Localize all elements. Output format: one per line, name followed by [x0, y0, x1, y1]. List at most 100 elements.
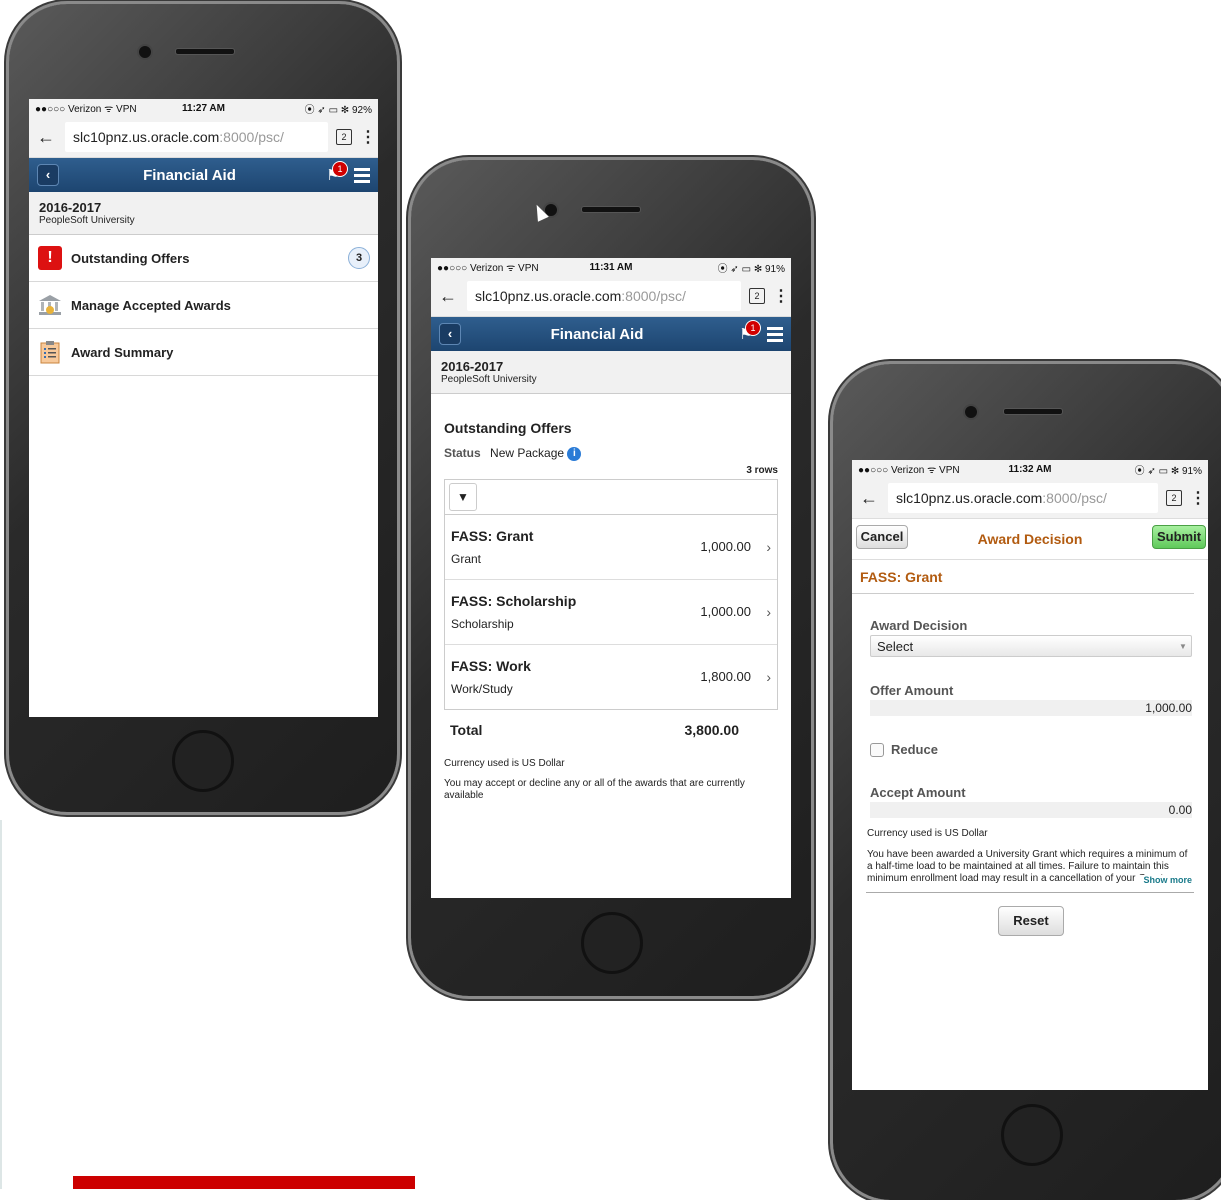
- menu-item-manage-accepted-awards[interactable]: Manage Accepted Awards: [29, 282, 378, 329]
- award-name: FASS: Scholarship: [451, 592, 577, 609]
- reduce-row: Reduce: [870, 742, 1192, 757]
- status-bar: ●●○○○ Verizon ᯤ VPN 11:27 AM ⦿ ➶ ▭ ✻ 92%: [29, 99, 378, 117]
- notification-badge: 1: [745, 320, 761, 336]
- award-amount: 1,000.00: [700, 604, 751, 620]
- award-decision-select[interactable]: Select ▼: [870, 635, 1192, 657]
- total-label: Total: [450, 721, 483, 738]
- back-button[interactable]: ‹: [439, 323, 461, 345]
- back-arrow-icon[interactable]: ←: [437, 286, 459, 307]
- reset-button[interactable]: Reset: [998, 906, 1064, 936]
- notifications-flag-icon[interactable]: ⚑ 1: [733, 320, 761, 343]
- award-name: FASS: Grant: [451, 527, 534, 544]
- page-title: Financial Aid: [550, 325, 644, 343]
- accept-amount-field[interactable]: 0.00: [870, 802, 1192, 818]
- browser-url-bar: ← slc10pnz.us.oracle.com:8000/psc/ 2 ⋮: [29, 117, 378, 158]
- url-host: slc10pnz.us.oracle.com: [896, 490, 1043, 506]
- institution-name: PeopleSoft University: [441, 374, 537, 385]
- time-text: 11:31 AM: [589, 261, 633, 273]
- notifications-flag-icon[interactable]: ⚑ 1: [320, 161, 348, 184]
- time-text: 11:32 AM: [1008, 463, 1052, 475]
- chevron-down-icon: ▼: [1179, 641, 1187, 651]
- front-camera: [963, 404, 979, 420]
- screen-3: ●●○○○ Verizon ᯤ VPN 11:32 AM ⦿ ➶ ▭ ✻ 91%…: [852, 460, 1208, 1090]
- time-text: 11:27 AM: [182, 102, 225, 114]
- tabs-count-icon[interactable]: 2: [1166, 490, 1182, 506]
- aid-year: 2016-2017: [441, 359, 504, 374]
- tabs-count-icon[interactable]: 2: [336, 129, 352, 145]
- url-path: :8000/psc/: [1042, 490, 1107, 506]
- total-value: 3,800.00: [684, 721, 740, 738]
- home-button[interactable]: [1001, 1104, 1063, 1166]
- battery-text: ⦿ ➶ ▭ ✻ 92%: [304, 104, 372, 116]
- award-type: Grant: [451, 551, 482, 566]
- hamburger-menu-icon[interactable]: [354, 165, 370, 186]
- row-text: FASS: Grant Grant: [451, 528, 681, 566]
- award-type: Work/Study: [451, 681, 513, 696]
- speaker: [581, 206, 641, 213]
- filter-icon[interactable]: ▼: [449, 482, 477, 511]
- hamburger-menu-icon[interactable]: [767, 324, 783, 345]
- home-button[interactable]: [172, 730, 234, 792]
- status-bar: ●●○○○ Verizon ᯤ VPN 11:31 AM ⦿ ➶ ▭ ✻ 91%: [431, 258, 791, 276]
- front-camera: [137, 44, 153, 60]
- battery-text: ⦿ ➶ ▭ ✻ 91%: [1134, 465, 1203, 477]
- bank-icon: [37, 292, 63, 318]
- back-arrow-icon[interactable]: ←: [35, 127, 57, 148]
- award-amount: 1,000.00: [700, 539, 751, 555]
- table-row[interactable]: FASS: Grant Grant 1,000.00 ›: [445, 515, 777, 580]
- url-field[interactable]: slc10pnz.us.oracle.com:8000/psc/: [888, 483, 1158, 513]
- menu-item-award-summary[interactable]: Award Summary: [29, 329, 378, 376]
- offers-section: Outstanding Offers Status New Package i …: [431, 394, 791, 802]
- url-field[interactable]: slc10pnz.us.oracle.com:8000/psc/: [65, 122, 328, 152]
- speaker: [175, 48, 235, 55]
- back-button[interactable]: ‹: [37, 164, 59, 186]
- chevron-right-icon: ›: [766, 603, 771, 620]
- url-path: :8000/psc/: [621, 288, 686, 304]
- table-row[interactable]: FASS: Scholarship Scholarship 1,000.00 ›: [445, 580, 777, 645]
- row-text: FASS: Scholarship Scholarship: [451, 593, 681, 631]
- message-block: You have been awarded a University Grant…: [852, 839, 1208, 885]
- carrier-text: ●●○○○ Verizon ᯤ VPN: [35, 104, 137, 115]
- clipboard-list-icon: [37, 339, 63, 365]
- offer-amount-value: 1,000.00: [1145, 701, 1192, 715]
- offers-grid: ▼ FASS: Grant Grant 1,000.00 › FASS: Sch…: [444, 478, 778, 710]
- submit-button[interactable]: Submit: [1152, 525, 1206, 549]
- currency-note: Currency used is US Dollar: [444, 757, 565, 769]
- status-value: New Package: [490, 446, 565, 460]
- browser-url-bar: ← slc10pnz.us.oracle.com:8000/psc/ 2 ⋮: [431, 276, 791, 317]
- tabs-count-icon[interactable]: 2: [749, 288, 765, 304]
- back-arrow-icon[interactable]: ←: [858, 488, 880, 509]
- award-amount: 1,800.00: [700, 669, 751, 685]
- battery-text: ⦿ ➶ ▭ ✻ 91%: [717, 263, 785, 275]
- institution-name: PeopleSoft University: [39, 215, 135, 226]
- menu-item-outstanding-offers[interactable]: ! Outstanding Offers 3: [29, 235, 378, 282]
- accept-note: You may accept or decline any or all of …: [444, 777, 745, 801]
- page-title: Financial Aid: [143, 166, 236, 184]
- info-icon[interactable]: i: [567, 446, 582, 461]
- screen-1: ●●○○○ Verizon ᯤ VPN 11:27 AM ⦿ ➶ ▭ ✻ 92%…: [29, 99, 378, 717]
- show-more-link[interactable]: Show more: [1137, 875, 1192, 885]
- table-row[interactable]: FASS: Work Work/Study 1,800.00 ›: [445, 645, 777, 709]
- speaker: [1003, 408, 1063, 415]
- row-text: FASS: Work Work/Study: [451, 658, 681, 696]
- phone-3: ●●○○○ Verizon ᯤ VPN 11:32 AM ⦿ ➶ ▭ ✻ 91%…: [833, 364, 1221, 1200]
- phone-1: ●●○○○ Verizon ᯤ VPN 11:27 AM ⦿ ➶ ▭ ✻ 92%…: [9, 4, 397, 812]
- reduce-checkbox[interactable]: [870, 742, 884, 757]
- left-edge-line: [0, 820, 2, 1189]
- status-label: Status: [444, 446, 481, 460]
- url-host: slc10pnz.us.oracle.com: [475, 288, 622, 304]
- accept-amount-label: Accept Amount: [870, 785, 966, 800]
- home-button[interactable]: [581, 912, 643, 974]
- grid-toolbar: ▼: [445, 480, 777, 515]
- status-line: Status New Package i: [444, 446, 778, 461]
- browser-menu-icon[interactable]: ⋮: [773, 286, 789, 306]
- browser-menu-icon[interactable]: ⋮: [360, 127, 376, 147]
- app-header: ‹ Financial Aid ⚑ 1: [29, 158, 378, 192]
- award-name-heading: FASS: Grant: [852, 560, 1194, 594]
- aid-year-block: 2016-2017 PeopleSoft University: [431, 351, 791, 394]
- app-header: ‹ Financial Aid ⚑ 1: [431, 317, 791, 351]
- carrier-text: ●●○○○ Verizon ᯤ VPN: [437, 263, 539, 274]
- url-field[interactable]: slc10pnz.us.oracle.com:8000/psc/: [467, 281, 741, 311]
- aid-year-block: 2016-2017 PeopleSoft University: [29, 192, 378, 235]
- browser-menu-icon[interactable]: ⋮: [1190, 488, 1206, 508]
